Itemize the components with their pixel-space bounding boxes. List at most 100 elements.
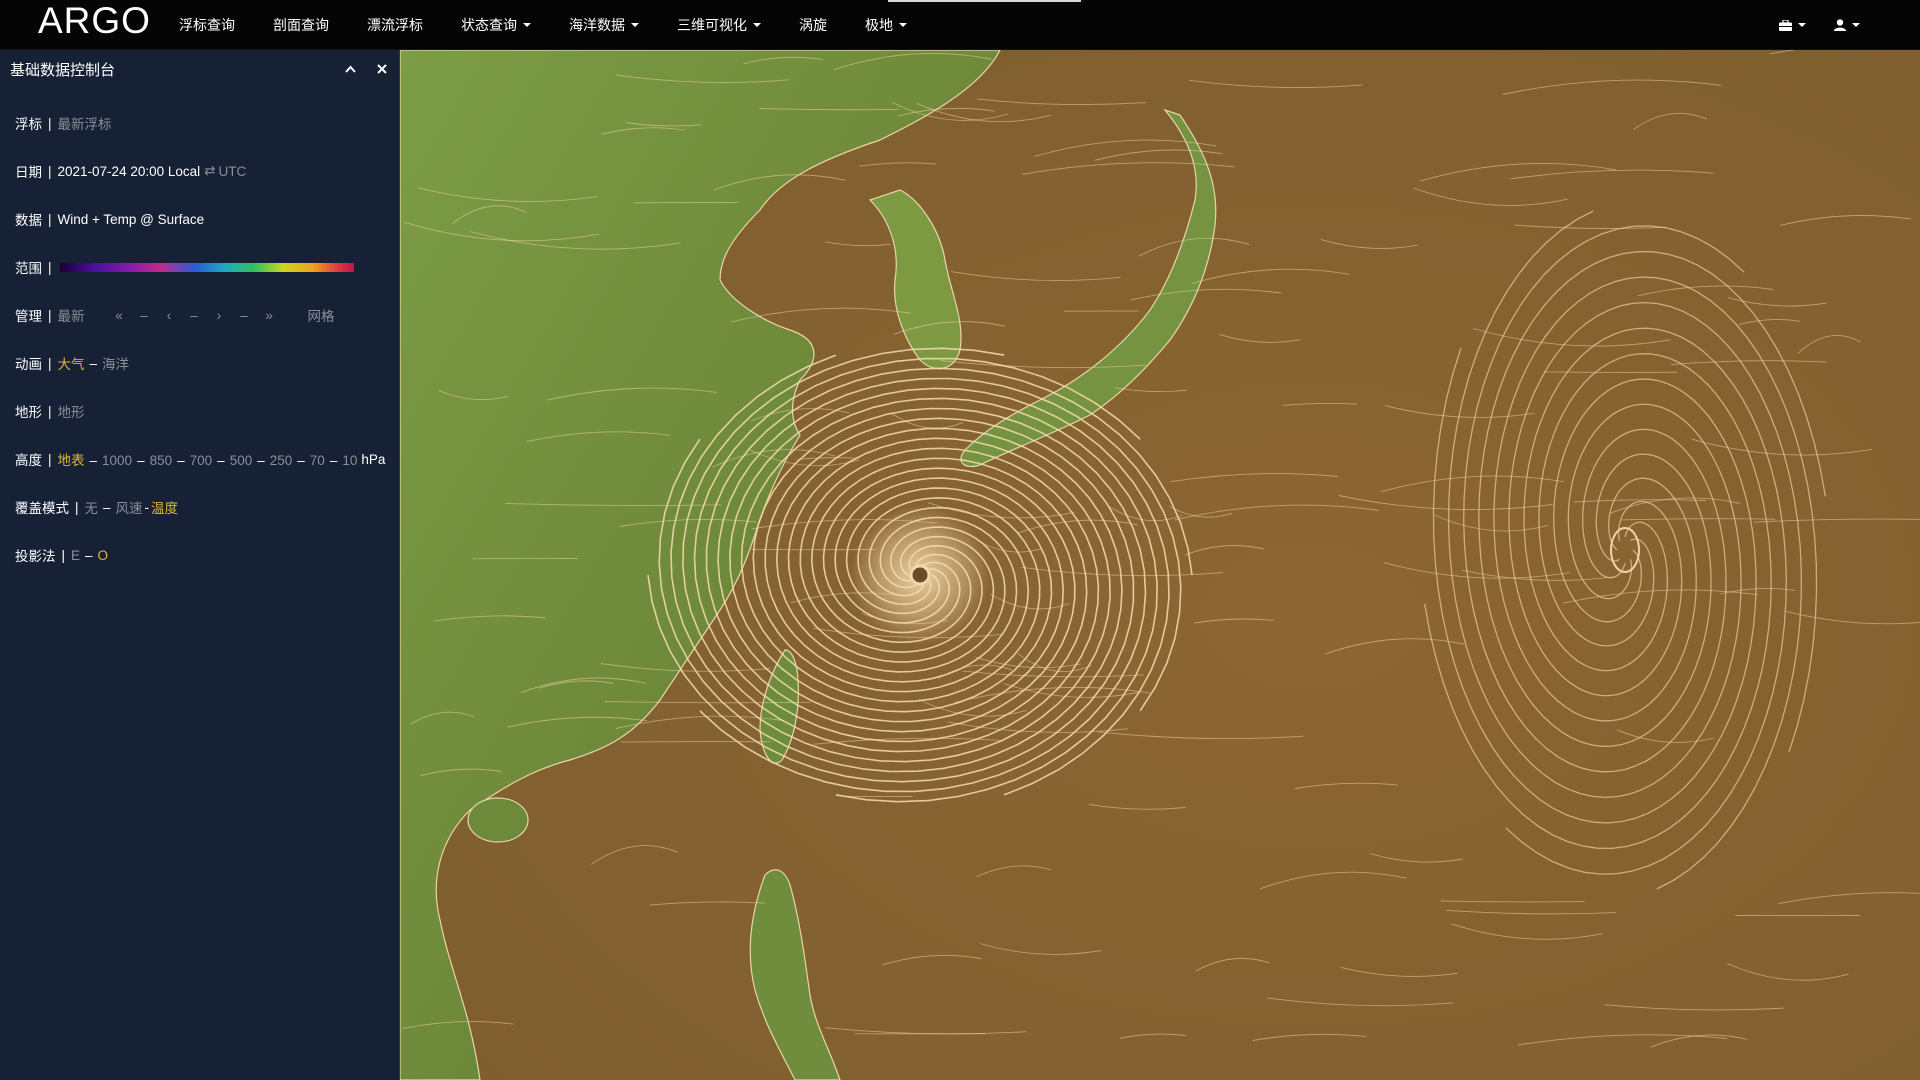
- latest-float-link[interactable]: 最新浮标: [58, 113, 112, 133]
- utc-toggle[interactable]: UTC: [218, 164, 246, 179]
- height-option[interactable]: 250: [270, 453, 293, 468]
- separator: |: [48, 355, 52, 371]
- nav-item-label: 涡旋: [799, 17, 827, 33]
- swap-icon[interactable]: ⇄: [204, 163, 215, 179]
- user-menu-button[interactable]: [1834, 0, 1860, 50]
- height-option[interactable]: 70: [310, 453, 325, 468]
- pager-dash: –: [190, 307, 198, 323]
- terrain-toggle[interactable]: 地形: [58, 401, 85, 421]
- height-unit: hPa: [361, 451, 386, 467]
- row-label: 范围: [15, 261, 42, 276]
- wind-map[interactable]: [400, 50, 1920, 1080]
- nav-item[interactable]: 漂流浮标: [348, 0, 442, 50]
- panel-header: 基础数据控制台: [0, 50, 399, 88]
- height-option[interactable]: 850: [150, 453, 173, 468]
- separator: |: [48, 451, 52, 467]
- separator: –: [329, 453, 338, 468]
- nav-item[interactable]: 极地: [846, 0, 926, 50]
- nav-item[interactable]: 涡旋: [780, 0, 846, 50]
- height-option[interactable]: 1000: [102, 453, 132, 468]
- ocean-option[interactable]: 海洋: [102, 353, 129, 373]
- top-navbar: ARGO 浮标查询 剖面查询 漂流浮标 状态查询 海洋数据 三维可视化 涡旋 极地: [0, 0, 1920, 50]
- separator: |: [75, 499, 79, 515]
- nav-item[interactable]: 三维可视化: [658, 0, 780, 50]
- row-manage: 管理 | 最新 « – ‹ – › – » 网格: [0, 291, 399, 339]
- nav-item[interactable]: 浮标查询: [160, 0, 254, 50]
- grid-toggle[interactable]: 网格: [308, 305, 335, 325]
- nav-item[interactable]: 海洋数据: [550, 0, 658, 50]
- chevron-up-icon: [344, 65, 356, 73]
- active-tab-indicator: [888, 0, 1081, 2]
- separator: |: [48, 403, 52, 419]
- row-label: 地形: [15, 405, 42, 420]
- close-button[interactable]: [375, 62, 389, 76]
- separator: |: [48, 115, 52, 131]
- separator: –: [89, 355, 98, 371]
- map-canvas[interactable]: [400, 50, 1920, 1080]
- height-option[interactable]: 700: [190, 453, 213, 468]
- chevron-down-icon: [1798, 23, 1806, 27]
- chevron-down-icon: [1852, 23, 1860, 27]
- height-option[interactable]: 500: [230, 453, 253, 468]
- separator: |: [48, 163, 52, 179]
- time-pager: « – ‹ – › – »: [107, 308, 282, 323]
- separator: –: [85, 547, 93, 563]
- chevron-down-icon: [753, 23, 761, 27]
- nav-right: [1779, 0, 1860, 50]
- row-data: 数据 | Wind + Temp @ Surface: [0, 195, 399, 243]
- next-button[interactable]: ›: [207, 308, 232, 323]
- row-label: 投影法: [15, 549, 56, 564]
- height-option[interactable]: 地表: [58, 453, 85, 468]
- row-label: 数据: [15, 213, 42, 228]
- separator: –: [257, 453, 265, 468]
- row-label: 日期: [15, 165, 42, 180]
- row-terrain: 地形 | 地形: [0, 387, 399, 435]
- overlay-none-option[interactable]: 无: [85, 497, 99, 517]
- separator: |: [48, 211, 52, 227]
- projection-e-option[interactable]: E: [71, 548, 80, 563]
- nav-item[interactable]: 状态查询: [442, 0, 550, 50]
- nav-item[interactable]: 剖面查询: [254, 0, 348, 50]
- prev-button[interactable]: ‹: [157, 308, 182, 323]
- latest-button[interactable]: 最新: [58, 305, 85, 325]
- overlay-temp-option[interactable]: 温度: [151, 497, 178, 517]
- nav-item-label: 剖面查询: [273, 17, 329, 33]
- separator: |: [48, 307, 52, 323]
- row-label: 覆盖模式: [15, 501, 69, 516]
- close-icon: [377, 64, 387, 74]
- projection-o-option[interactable]: O: [98, 548, 109, 563]
- atmosphere-option[interactable]: 大气: [58, 353, 85, 373]
- nav-item-label: 三维可视化: [677, 17, 747, 33]
- collapse-button[interactable]: [343, 62, 357, 76]
- nav-item-label: 浮标查询: [179, 17, 235, 33]
- first-button[interactable]: «: [107, 308, 132, 323]
- separator: –: [177, 453, 185, 468]
- row-label: 高度: [15, 453, 42, 468]
- row-label: 管理: [15, 309, 42, 324]
- height-option[interactable]: 10: [342, 453, 357, 468]
- data-value: Wind + Temp @ Surface: [57, 211, 205, 227]
- color-scale-bar[interactable]: [59, 262, 354, 272]
- cyclone-eye: [909, 564, 931, 586]
- user-icon: [1834, 19, 1846, 31]
- row-label: 浮标: [15, 117, 42, 132]
- row-range: 范围 |: [0, 243, 399, 291]
- separator: –: [89, 453, 98, 468]
- pager-dash: –: [140, 307, 148, 323]
- overlay-wind-option[interactable]: 风速: [116, 497, 143, 517]
- date-value[interactable]: 2021-07-24 20:00 Local: [58, 164, 201, 179]
- panel-rows: 浮标 | 最新浮标 日期 | 2021-07-24 20:00 Local ⇄ …: [0, 88, 399, 579]
- separator: |: [48, 259, 52, 275]
- separator: –: [103, 499, 111, 515]
- pager-dash: –: [240, 307, 248, 323]
- control-panel: 基础数据控制台 浮标 | 最新浮标 日期 | 2021-07-24 20:00 …: [0, 50, 400, 1080]
- separator: –: [217, 453, 225, 468]
- last-button[interactable]: »: [257, 308, 282, 323]
- nav-item-label: 极地: [865, 17, 893, 33]
- row-projection: 投影法 | E – O: [0, 531, 399, 579]
- height-options: 地表 –1000–850–700–500–250–70–10: [58, 449, 358, 469]
- brand-logo[interactable]: ARGO: [38, 0, 151, 50]
- briefcase-menu-button[interactable]: [1779, 0, 1806, 50]
- briefcase-icon: [1779, 19, 1792, 31]
- land-hainan: [467, 797, 529, 843]
